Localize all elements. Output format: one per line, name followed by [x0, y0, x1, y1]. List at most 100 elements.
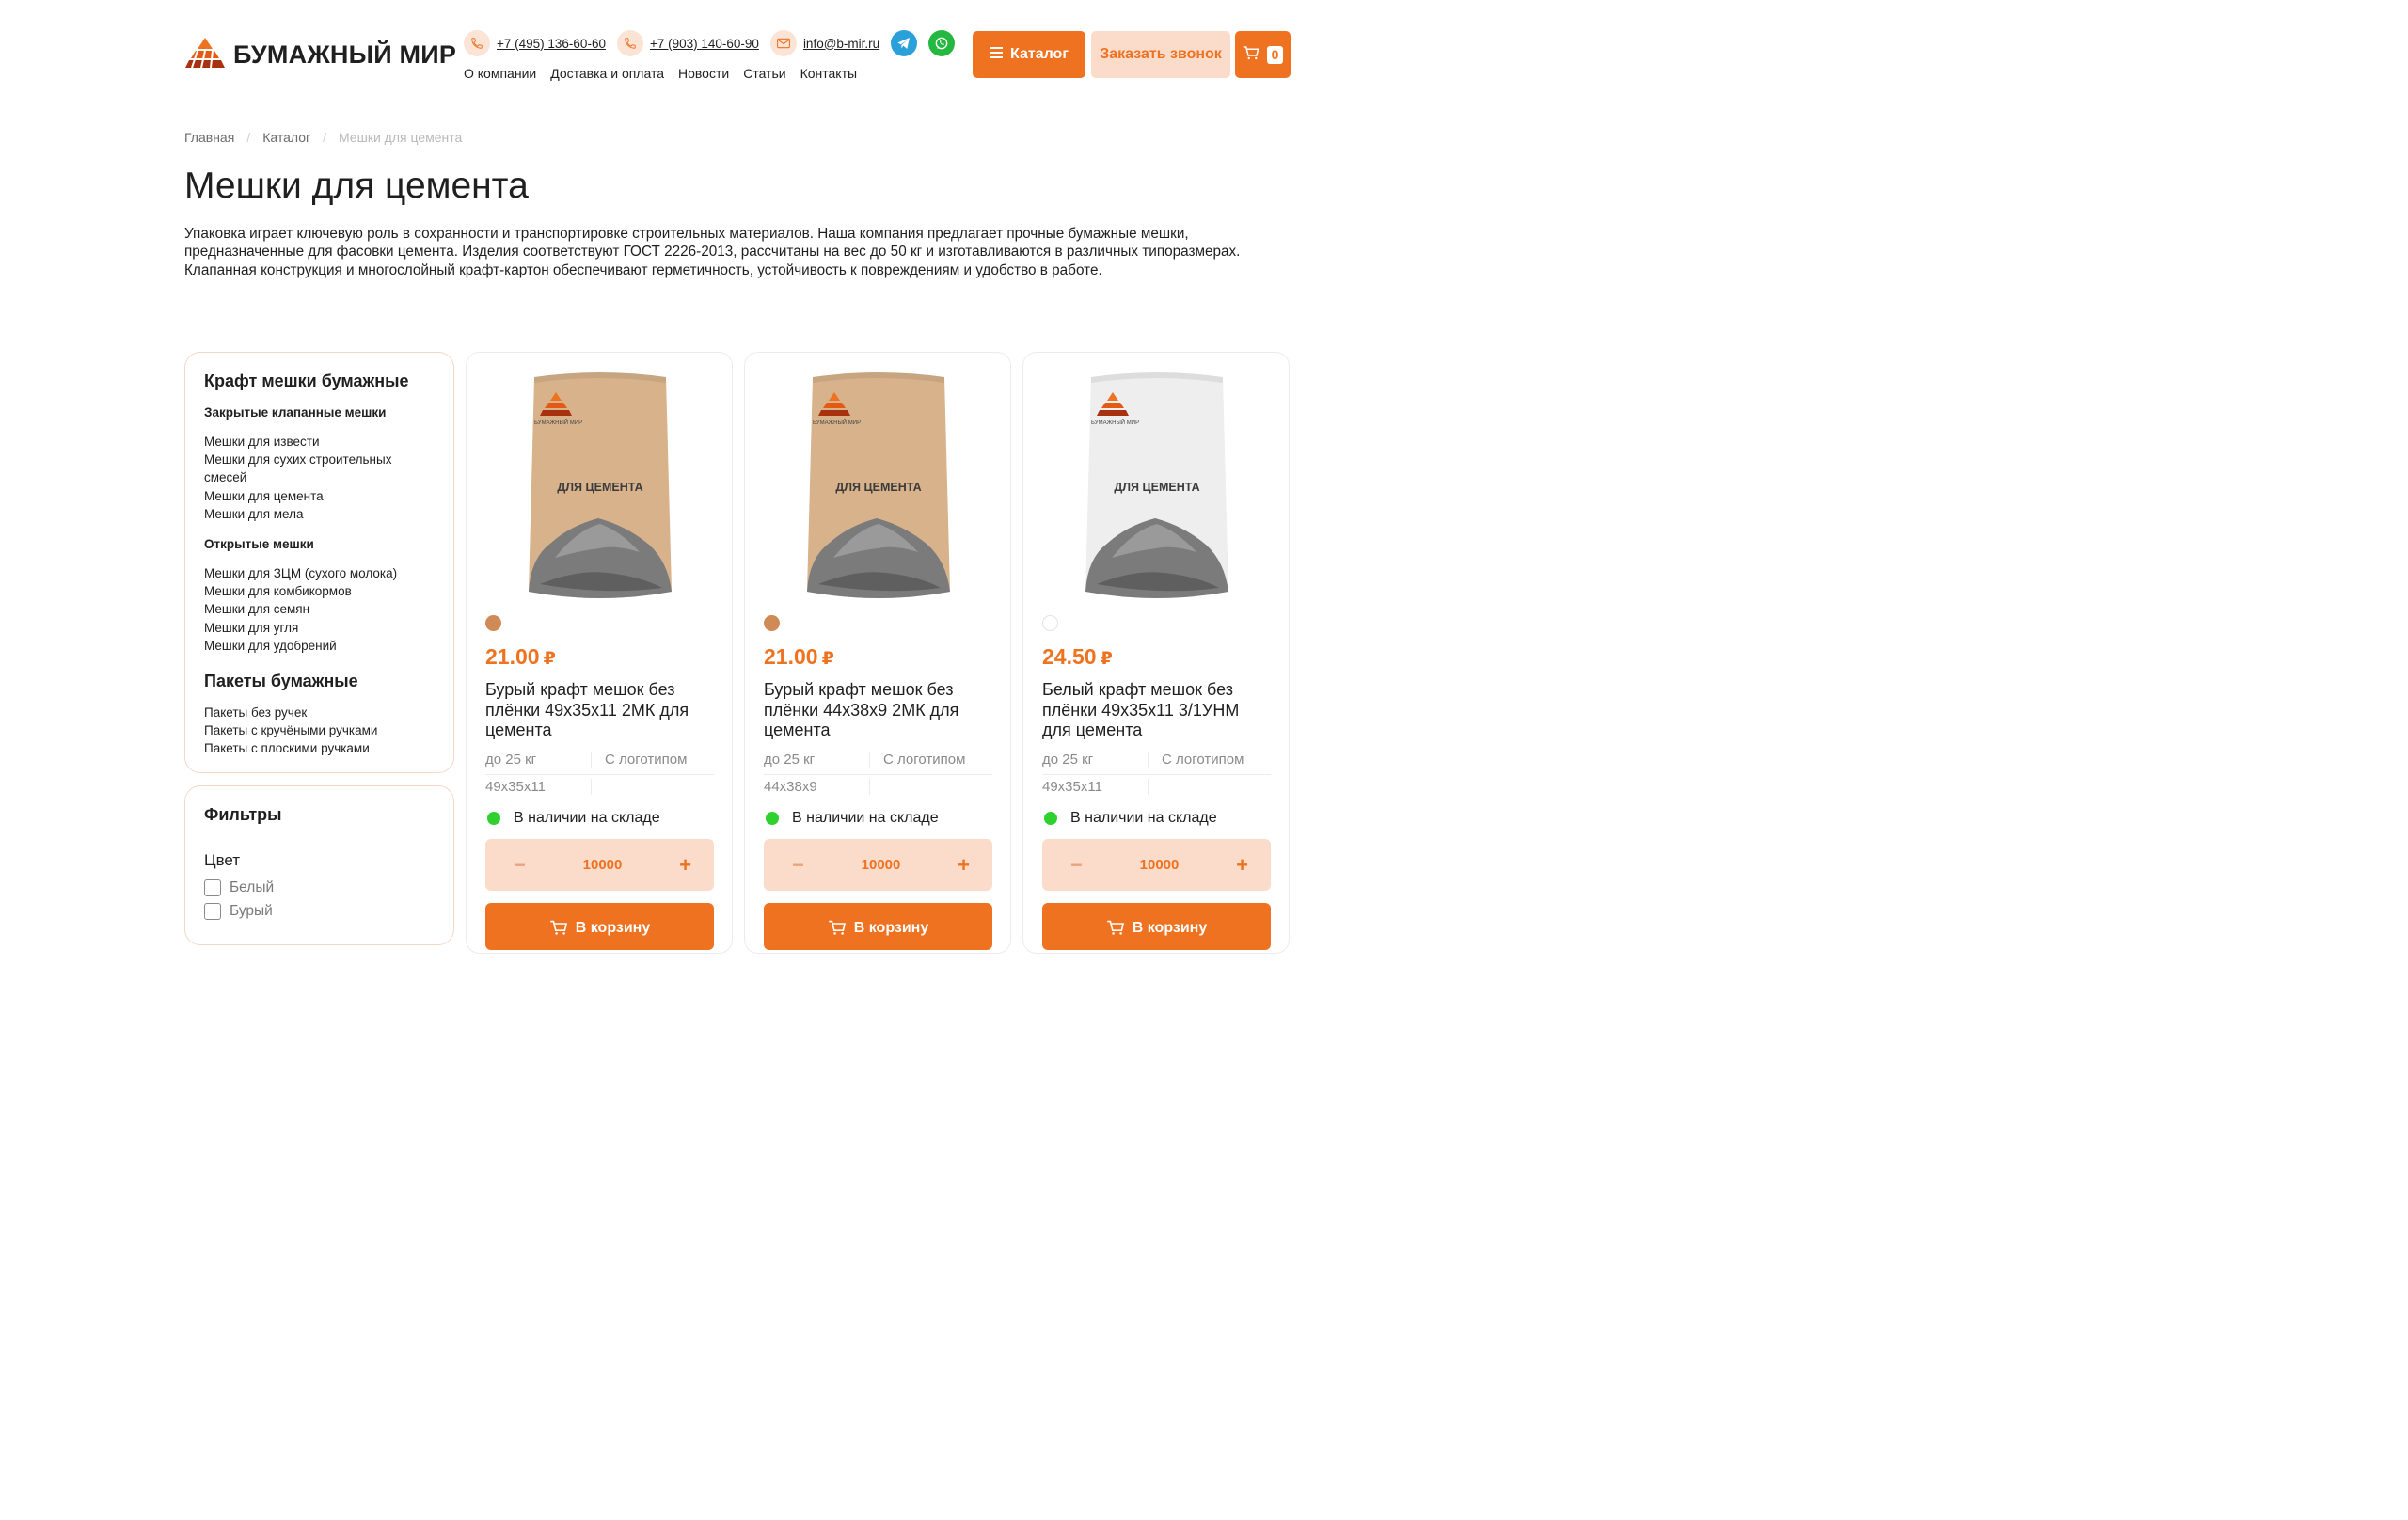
spec-empty: [870, 779, 883, 795]
sidebar-subheading-valve-bags[interactable]: Закрытые клапанные мешки: [204, 405, 435, 420]
sidebar-item-dry-mixes[interactable]: Мешки для сухих строительных смесей: [204, 451, 435, 486]
sidebar-heading-paper-bags[interactable]: Пакеты бумажные: [204, 672, 435, 691]
sidebar-item-coal[interactable]: Мешки для угля: [204, 619, 435, 637]
product-card[interactable]: БУМАЖНЫЙ МИР ДЛЯ ЦЕМЕНТА 21.00 ₽ Бурый кр…: [744, 352, 1011, 954]
sidebar-subheading-open-bags[interactable]: Открытые мешки: [204, 537, 435, 551]
add-to-cart-button[interactable]: В корзину: [764, 903, 992, 950]
color-swatch[interactable]: [1042, 615, 1058, 631]
svg-text:ДЛЯ ЦЕМЕНТА: ДЛЯ ЦЕМЕНТА: [835, 481, 921, 494]
product-name[interactable]: Бурый крафт мешок без плёнки 49х35х11 2М…: [485, 680, 716, 741]
telegram-icon[interactable]: [891, 30, 918, 56]
category-sidebar: Крафт мешки бумажные Закрытые клапанные …: [184, 352, 454, 773]
order-call-button[interactable]: Заказать звонок: [1091, 31, 1230, 78]
sidebar-item-fertilizer[interactable]: Мешки для удобрений: [204, 637, 435, 655]
product-name[interactable]: Бурый крафт мешок без плёнки 44х38х9 2МК…: [764, 680, 994, 741]
price-value: 24.50: [1042, 644, 1097, 669]
logo[interactable]: БУМАЖНЫЙ МИР: [184, 36, 456, 74]
phone2-link[interactable]: +7 (903) 140-60-90: [616, 30, 759, 56]
cart-icon: [1106, 920, 1125, 940]
phone1-text: +7 (495) 136-60-60: [497, 36, 606, 51]
quantity-increase-button[interactable]: +: [679, 853, 691, 878]
spec-logo: С логотипом: [883, 752, 966, 768]
stock-text: В наличии на складе: [792, 810, 939, 826]
sidebar-item-lime[interactable]: Мешки для извести: [204, 433, 435, 451]
checkbox[interactable]: [204, 902, 221, 920]
filter-color-label: Цвет: [204, 851, 241, 869]
stock-text: В наличии на складе: [1070, 810, 1217, 826]
nav-link-contacts[interactable]: Контакты: [800, 66, 857, 81]
breadcrumb-separator: /: [246, 130, 251, 145]
phone-icon: [464, 30, 490, 56]
sidebar-item-flat-handles[interactable]: Пакеты с плоскими ручками: [204, 739, 435, 757]
product-image[interactable]: БУМАЖНЫЙ МИР ДЛЯ ЦЕМЕНТА: [800, 370, 958, 603]
nav-link-articles[interactable]: Статьи: [743, 66, 785, 81]
email-link[interactable]: info@b-mir.ru: [769, 30, 879, 56]
svg-text:БУМАЖНЫЙ МИР: БУМАЖНЫЙ МИР: [813, 419, 861, 426]
logo-text: БУМАЖНЫЙ МИР: [233, 40, 457, 69]
quantity-decrease-button[interactable]: −: [1070, 853, 1083, 878]
sidebar-item-feed[interactable]: Мешки для комбикормов: [204, 582, 435, 600]
phone1-link[interactable]: +7 (495) 136-60-60: [464, 30, 606, 56]
phone2-text: +7 (903) 140-60-90: [649, 36, 759, 51]
sidebar-item-seeds[interactable]: Мешки для семян: [204, 600, 435, 618]
sidebar-heading-kraft-bags[interactable]: Крафт мешки бумажные: [204, 372, 435, 391]
filters-panel: Фильтры Цвет Белый Бурый: [184, 785, 454, 945]
svg-text:ДЛЯ ЦЕМЕНТА: ДЛЯ ЦЕМЕНТА: [557, 481, 642, 494]
color-swatch[interactable]: [764, 615, 780, 631]
cart-button[interactable]: 0: [1235, 31, 1291, 78]
spec-size: 49x35x11: [485, 779, 592, 795]
stock-status: В наличии на складе: [487, 810, 660, 827]
product-card[interactable]: БУМАЖНЫЙ МИР ДЛЯ ЦЕМЕНТА 21.00 ₽ Бурый кр…: [466, 352, 733, 954]
whatsapp-icon[interactable]: [928, 30, 956, 56]
filter-option-label: Бурый: [230, 902, 273, 919]
quantity-decrease-button[interactable]: −: [514, 853, 526, 878]
sidebar-item-chalk[interactable]: Мешки для мела: [204, 505, 435, 523]
currency-symbol: ₽: [821, 649, 834, 669]
nav-link-about[interactable]: О компании: [464, 66, 536, 81]
catalog-button[interactable]: Каталог: [973, 31, 1085, 78]
product-price: 21.00 ₽: [764, 644, 834, 670]
spec-row: 49x35x11: [1042, 779, 1271, 795]
quantity-stepper: − 10000 +: [1042, 839, 1271, 891]
sidebar-item-twisted-handles[interactable]: Пакеты с кручёными ручками: [204, 721, 435, 739]
quantity-value[interactable]: 10000: [1140, 857, 1180, 873]
phone-icon: [616, 30, 643, 56]
add-to-cart-button[interactable]: В корзину: [485, 903, 714, 950]
currency-symbol: ₽: [543, 649, 556, 669]
nav-link-news[interactable]: Новости: [678, 66, 729, 81]
spec-row: до 25 кг С логотипом: [1042, 752, 1271, 775]
filter-option-brown[interactable]: Бурый: [204, 899, 435, 923]
stock-text: В наличии на складе: [514, 810, 660, 826]
sidebar-item-no-handles[interactable]: Пакеты без ручек: [204, 704, 435, 721]
nav-link-delivery[interactable]: Доставка и оплата: [550, 66, 664, 81]
product-image[interactable]: БУМАЖНЫЙ МИР ДЛЯ ЦЕМЕНТА: [1078, 370, 1236, 603]
quantity-increase-button[interactable]: +: [1236, 853, 1248, 878]
quantity-value[interactable]: 10000: [583, 857, 623, 873]
filters-title: Фильтры: [204, 805, 282, 824]
product-price: 24.50 ₽: [1042, 644, 1113, 670]
color-swatch[interactable]: [485, 615, 501, 631]
spec-row: 44x38x9: [764, 779, 992, 795]
product-name[interactable]: Белый крафт мешок без плёнки 49х35х11 3/…: [1042, 680, 1273, 741]
spec-row: до 25 кг С логотипом: [485, 752, 714, 775]
sidebar-item-cement[interactable]: Мешки для цемента: [204, 487, 435, 505]
breadcrumb-catalog[interactable]: Каталог: [262, 130, 310, 145]
quantity-stepper: − 10000 +: [485, 839, 714, 891]
sidebar-item-milk[interactable]: Мешки для ЗЦМ (сухого молока): [204, 564, 435, 582]
spec-empty: [592, 779, 605, 795]
price-value: 21.00: [764, 644, 818, 669]
filter-option-white[interactable]: Белый: [204, 876, 435, 899]
quantity-value[interactable]: 10000: [862, 857, 901, 873]
product-card[interactable]: БУМАЖНЫЙ МИР ДЛЯ ЦЕМЕНТА 24.50 ₽ Белый кр…: [1022, 352, 1290, 954]
quantity-decrease-button[interactable]: −: [792, 853, 804, 878]
product-image[interactable]: БУМАЖНЫЙ МИР ДЛЯ ЦЕМЕНТА: [521, 370, 679, 603]
contacts: +7 (495) 136-60-60 +7 (903) 140-60-90 in…: [464, 30, 966, 56]
add-to-cart-button[interactable]: В корзину: [1042, 903, 1271, 950]
checkbox[interactable]: [204, 879, 221, 896]
breadcrumb-separator: /: [323, 130, 326, 145]
spec-logo: С логотипом: [1162, 752, 1244, 768]
add-to-cart-label: В корзину: [1132, 920, 1208, 936]
quantity-increase-button[interactable]: +: [958, 853, 970, 878]
stock-status: В наличии на складе: [766, 810, 939, 827]
breadcrumb-home[interactable]: Главная: [184, 130, 234, 145]
